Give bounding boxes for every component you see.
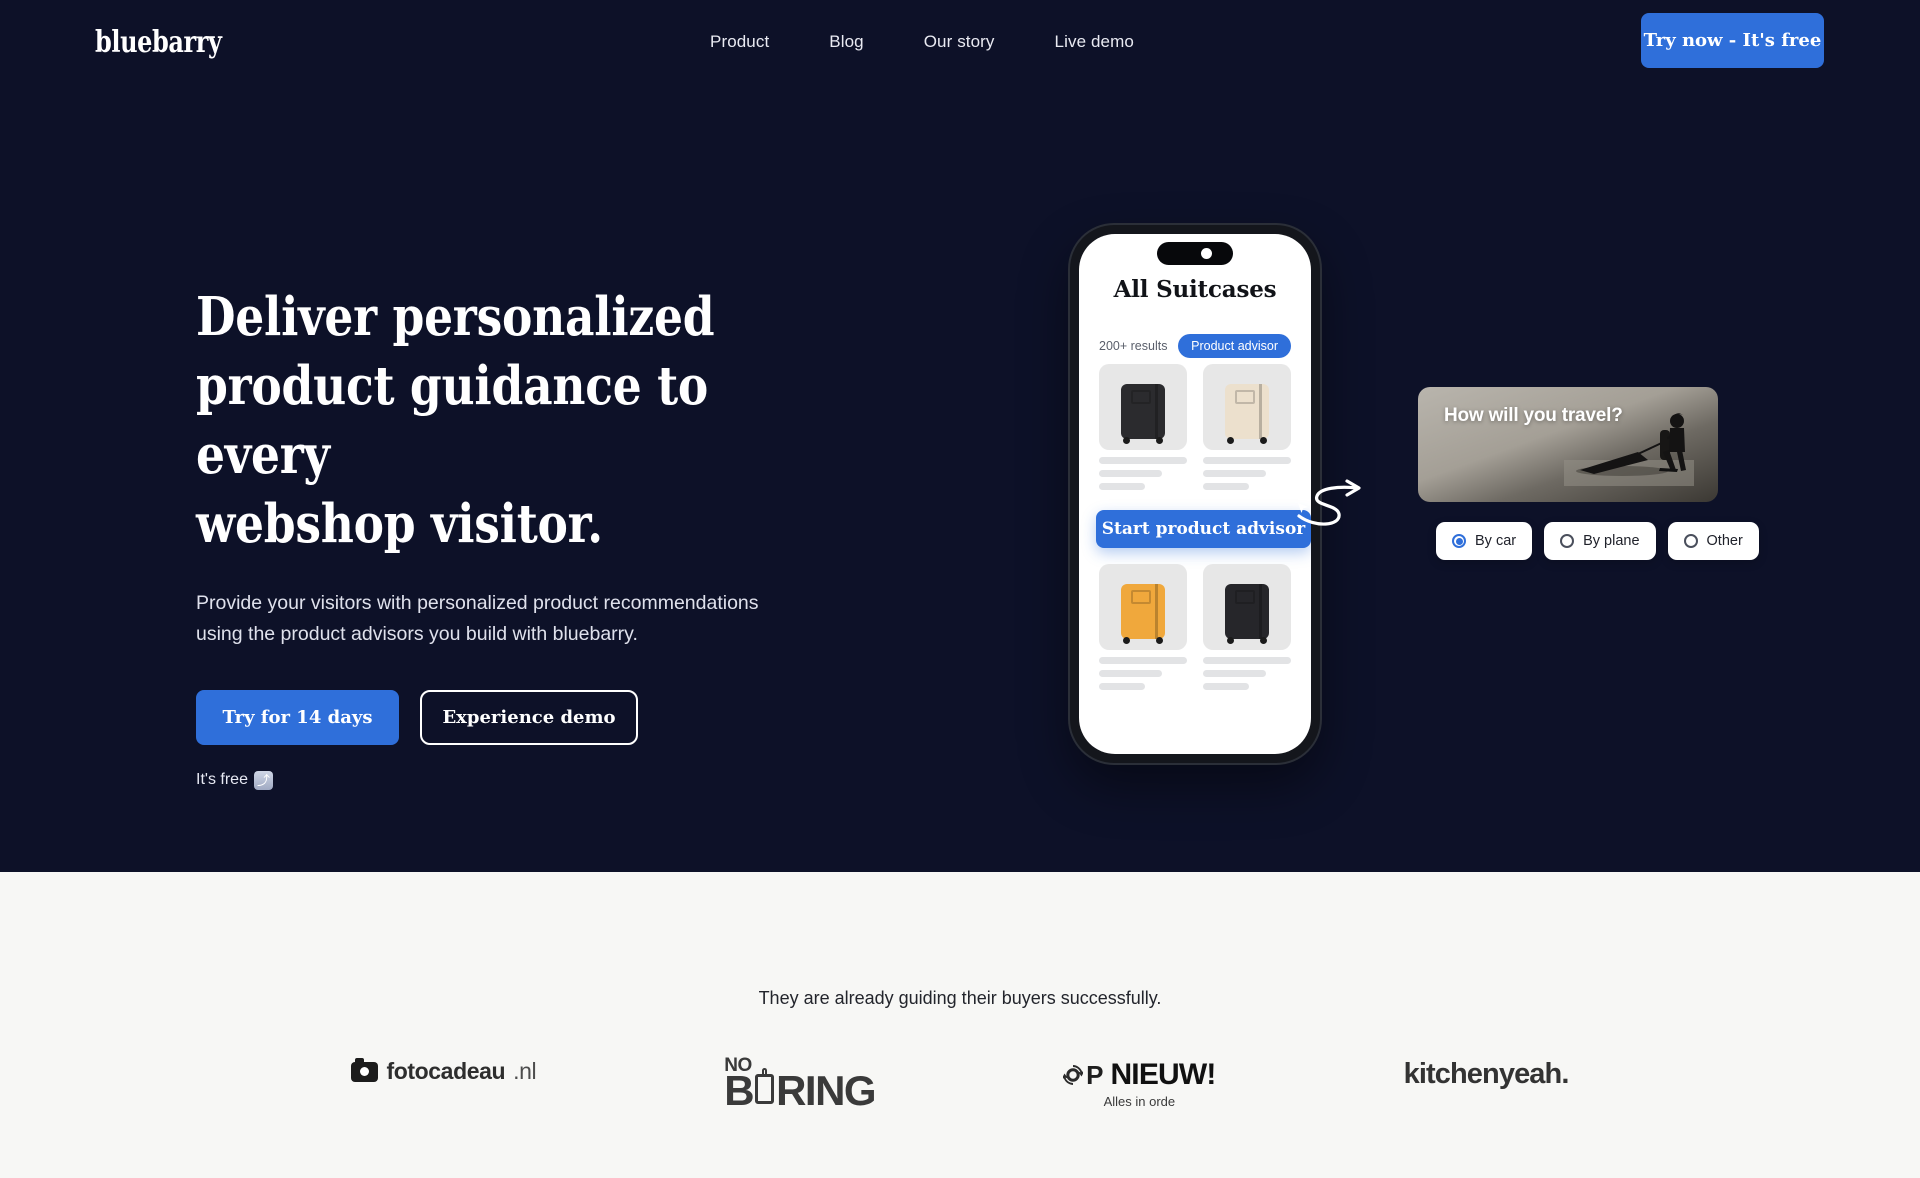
its-free-note: It's free ⤴ (196, 770, 896, 790)
logo-no-boring-bottom: B RING (724, 1066, 877, 1114)
product-advisor-pill[interactable]: Product advisor (1178, 334, 1291, 358)
main-navigation: Product Blog Our story Live demo (710, 32, 1134, 52)
shop-page-title: All Suitcases (1113, 276, 1277, 303)
customer-logos: fotocadeau .nl NO B RING P NIEUW! Alles i… (0, 1056, 1920, 1178)
product-grid-secondary (1099, 564, 1291, 696)
product-card[interactable] (1099, 364, 1187, 496)
product-image (1099, 564, 1187, 650)
logo-fotocadeau: fotocadeau .nl (351, 1057, 537, 1085)
travel-options-row: By car By plane Other (1436, 522, 1759, 560)
travel-option-label: By plane (1583, 533, 1640, 549)
camera-icon (351, 1057, 379, 1082)
travel-option-by-plane[interactable]: By plane (1544, 522, 1656, 560)
logo-op-nieuw-sub: Alles in orde (1103, 1094, 1176, 1109)
brand-logo[interactable]: bluebarry (95, 25, 222, 60)
logo-no-boring: NO B RING (724, 1056, 877, 1114)
logo-op-nieuw-line1: P NIEUW! (1063, 1058, 1216, 1092)
phone-screen: All Suitcases 200+ results Product advis… (1079, 234, 1311, 754)
logo-op-nieuw-p: P (1086, 1059, 1103, 1090)
product-card[interactable] (1099, 564, 1187, 696)
product-card[interactable] (1203, 564, 1291, 696)
nav-item-blog[interactable]: Blog (829, 32, 863, 52)
radio-unselected-icon (1560, 534, 1575, 548)
logo-no-boring-b: B (724, 1066, 754, 1114)
travel-option-by-car[interactable]: By car (1436, 522, 1533, 560)
results-count-label: 200+ results (1099, 339, 1168, 353)
hero-cta-group: Try for 14 days Experience demo (196, 689, 896, 745)
suitcase-icon (1225, 384, 1269, 444)
social-proof-section: They are already guiding their buyers su… (0, 872, 1920, 1111)
product-card[interactable] (1203, 364, 1291, 496)
site-header: bluebarry Product Blog Our story Live de… (0, 0, 1920, 90)
radio-selected-icon (1452, 534, 1466, 548)
logo-op-nieuw: P NIEUW! Alles in orde (1063, 1058, 1216, 1109)
page-title: Deliver personalized product guidance to… (196, 286, 715, 555)
logo-fotocadeau-text: fotocadeau (386, 1058, 506, 1084)
product-placeholder-lines (1099, 657, 1187, 690)
logo-fotocadeau-tld: .nl (513, 1058, 537, 1084)
product-image (1203, 564, 1291, 650)
recycle-icon (1063, 1065, 1084, 1085)
experience-demo-button[interactable]: Experience demo (420, 689, 638, 745)
nav-item-live-demo[interactable]: Live demo (1055, 32, 1134, 52)
start-product-advisor-button[interactable]: Start product advisor (1096, 503, 1311, 548)
product-placeholder-lines (1203, 657, 1291, 690)
start-product-advisor-label: Start product advisor (1101, 519, 1306, 539)
suitcase-icon (1121, 584, 1165, 644)
hero-section: bluebarry Product Blog Our story Live de… (0, 0, 1920, 872)
travel-option-label: Other (1706, 533, 1743, 549)
phone-notch (1157, 242, 1233, 265)
logo-kitchenyeah: kitchenyeah. (1403, 1058, 1570, 1090)
suitcase-icon (1121, 384, 1165, 444)
arrow-curve-up-icon: ⤴ (253, 770, 273, 790)
phone-mockup: All Suitcases 200+ results Product advis… (1070, 225, 1320, 763)
radio-unselected-icon (1683, 534, 1698, 548)
travel-question-card: How will you travel? (1418, 387, 1718, 502)
curved-arrow-icon (1297, 479, 1361, 526)
hero-subheading: Provide your visitors with personalized … (196, 591, 759, 645)
product-placeholder-lines (1099, 457, 1187, 490)
logo-op-nieuw-word: NIEUW! (1110, 1058, 1216, 1091)
product-placeholder-lines (1203, 457, 1291, 490)
try-for-14-days-button[interactable]: Try for 14 days (196, 689, 399, 745)
traveler-illustration (1564, 413, 1694, 486)
camera-icon (1200, 248, 1212, 259)
hero-content: Deliver personalized product guidance to… (196, 283, 896, 790)
product-grid (1099, 364, 1291, 496)
product-image (1203, 364, 1291, 450)
suitcase-icon (755, 1068, 775, 1105)
logo-no-boring-ring: RING (776, 1066, 877, 1114)
travel-option-label: By car (1475, 533, 1517, 549)
header-try-now-button[interactable]: Try now - It's free (1641, 13, 1824, 68)
travel-option-other[interactable]: Other (1667, 522, 1759, 560)
product-image (1099, 364, 1187, 450)
nav-item-product[interactable]: Product (710, 32, 769, 52)
social-proof-caption: They are already guiding their buyers su… (758, 988, 1162, 1008)
suitcase-icon (1225, 584, 1269, 644)
shop-toolbar: 200+ results Product advisor (1099, 334, 1291, 358)
nav-item-our-story[interactable]: Our story (924, 32, 995, 52)
its-free-label: It's free (196, 771, 248, 789)
